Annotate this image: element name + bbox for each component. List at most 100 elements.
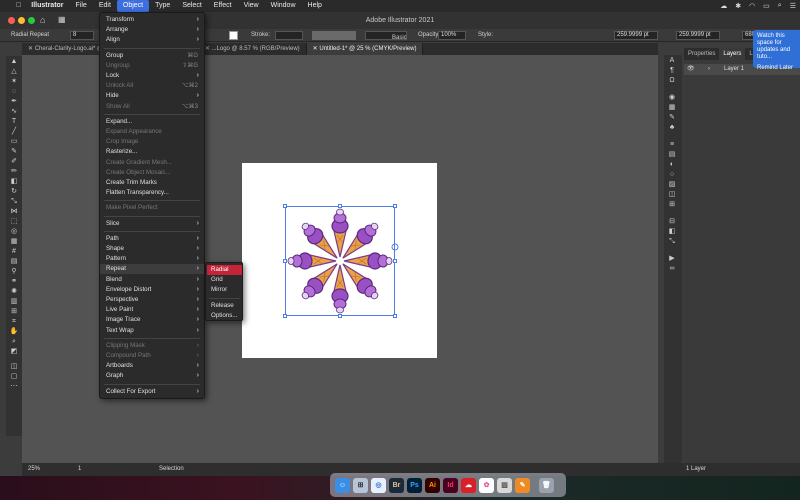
curvature-tool-icon[interactable]: ∿ <box>9 107 19 116</box>
resize-handle[interactable] <box>338 314 342 318</box>
zoom-level[interactable]: 25% <box>28 466 40 472</box>
graphic-styles-panel-icon[interactable]: ▨ <box>667 180 677 189</box>
menu-item-envelope-distort[interactable]: Envelope Distort › <box>100 285 204 295</box>
pathfinder-panel-icon[interactable]: ◧ <box>667 227 677 236</box>
remind-later-button[interactable]: Remind Later <box>757 65 796 72</box>
pen-tool-icon[interactable]: ✒ <box>9 97 19 106</box>
menu-item-slice[interactable]: Slice › <box>100 219 204 229</box>
line-tool-icon[interactable]: ╱ <box>9 127 19 136</box>
selection-bounding-box[interactable] <box>285 206 395 316</box>
perspective-grid-tool-icon[interactable]: ▦ <box>9 237 19 246</box>
menu-item-blend[interactable]: Blend › <box>100 275 204 285</box>
menu-item-create-trim-marks[interactable]: Create Trim Marks <box>100 178 204 188</box>
align-panel-icon[interactable]: ⊟ <box>667 217 677 226</box>
scale-tool-icon[interactable]: ⤡ <box>9 197 19 206</box>
resize-handle[interactable] <box>393 314 397 318</box>
submenu-item-release[interactable]: Release <box>207 301 242 311</box>
symbols-panel-icon[interactable]: ♣ <box>667 123 677 132</box>
eyedropper-tool-icon[interactable]: ⚲ <box>9 267 19 276</box>
color-panel-icon[interactable]: ◉ <box>667 93 677 102</box>
glyphs-panel-icon[interactable]: Ω <box>667 76 677 85</box>
menu-item-graph[interactable]: Graph › <box>100 371 204 381</box>
screen-mode-icon[interactable]: ▢ <box>9 372 19 381</box>
selection-tool-icon[interactable]: ▲ <box>9 57 19 66</box>
menu-item-expand[interactable]: Expand... <box>100 117 204 127</box>
menu-item-repeat[interactable]: Repeat › <box>100 264 204 275</box>
photoshop-icon[interactable]: Ps <box>407 477 422 493</box>
tab-layers[interactable]: Layers <box>719 48 746 60</box>
finder-icon[interactable]: ☺ <box>335 477 350 493</box>
menu-item-shape[interactable]: Shape › <box>100 244 204 254</box>
trash-icon[interactable]: 🗑 <box>539 477 554 493</box>
bridge-icon[interactable]: Br <box>389 477 404 493</box>
fill-stroke-swatch-icon[interactable]: ◩ <box>9 347 19 361</box>
menu-item-flatten-transparency[interactable]: Flatten Transparency... <box>100 188 204 198</box>
resize-handle[interactable] <box>393 259 397 263</box>
hand-tool-icon[interactable]: ✋ <box>9 327 19 336</box>
resize-handle[interactable] <box>283 204 287 208</box>
submenu-item-radial[interactable]: Radial <box>207 265 242 275</box>
rectangle-tool-icon[interactable]: ▭ <box>9 137 19 146</box>
menu-item-transform[interactable]: Transform › <box>100 15 204 25</box>
menu-item-artboards[interactable]: Artboards › <box>100 361 204 371</box>
eraser-tool-icon[interactable]: ◧ <box>9 177 19 186</box>
rotate-tool-icon[interactable]: ↻ <box>9 187 19 196</box>
menu-item-arrange[interactable]: Arrange › <box>100 25 204 35</box>
magic-wand-tool-icon[interactable]: ✶ <box>9 77 19 86</box>
artboard-number[interactable]: 1 <box>78 466 81 472</box>
actions-panel-icon[interactable]: ▶ <box>667 254 677 263</box>
tab-properties[interactable]: Properties <box>684 48 719 60</box>
brushes-panel-icon[interactable]: ✎ <box>667 113 677 122</box>
resize-handle[interactable] <box>283 259 287 263</box>
safari-icon[interactable]: ◎ <box>371 477 386 493</box>
shape-builder-tool-icon[interactable]: ◎ <box>9 227 19 236</box>
layers-panel-icon[interactable]: ◫ <box>667 190 677 199</box>
type-tool-icon[interactable]: T <box>9 117 19 126</box>
submenu-item-options[interactable]: Options... <box>207 311 242 321</box>
menu-item-perspective[interactable]: Perspective › <box>100 295 204 305</box>
artboards-panel-icon[interactable]: ⊞ <box>667 200 677 209</box>
libraries-panel-icon[interactable]: A <box>667 56 677 65</box>
pages-icon[interactable]: ✎ <box>515 477 530 493</box>
swatches-panel-icon[interactable]: ▦ <box>667 103 677 112</box>
free-transform-tool-icon[interactable]: ⬚ <box>9 217 19 226</box>
photos-icon[interactable]: ✿ <box>479 477 494 493</box>
menu-item-lock[interactable]: Lock › <box>100 71 204 81</box>
expand-chevron-icon[interactable]: › <box>708 64 710 75</box>
graph-tool-icon[interactable]: ▥ <box>9 297 19 306</box>
menu-item-live-paint[interactable]: Live Paint › <box>100 305 204 315</box>
visibility-eye-icon[interactable]: 👁 <box>687 64 695 75</box>
transparency-panel-icon[interactable]: ◐ <box>667 160 677 169</box>
submenu-item-mirror[interactable]: Mirror <box>207 285 242 295</box>
menu-item-align[interactable]: Align › <box>100 35 204 45</box>
drawing-modes-icon[interactable]: ◫ <box>9 362 19 371</box>
resize-handle[interactable] <box>338 204 342 208</box>
menu-item-collect-for-export[interactable]: Collect For Export › <box>100 387 204 397</box>
more-tools-icon[interactable]: ⋯ <box>9 382 19 391</box>
menu-item-text-wrap[interactable]: Text Wrap › <box>100 326 204 336</box>
artboard-tool-icon[interactable]: ⊞ <box>9 307 19 316</box>
menu-item-rasterize[interactable]: Rasterize... <box>100 147 204 157</box>
creative-cloud-icon[interactable]: ☁ <box>461 477 476 493</box>
paintbrush-tool-icon[interactable]: ✎ <box>9 147 19 156</box>
zoom-tool-icon[interactable]: ⌕ <box>9 337 19 346</box>
properties-panel-icon[interactable]: ¶ <box>667 66 677 75</box>
submenu-item-grid[interactable]: Grid <box>207 275 242 285</box>
gradient-tool-icon[interactable]: ▤ <box>9 257 19 266</box>
width-tool-icon[interactable]: ⋈ <box>9 207 19 216</box>
pencil-tool-icon[interactable]: ✏ <box>9 167 19 176</box>
appearance-panel-icon[interactable]: ○ <box>667 170 677 179</box>
menu-item-pattern[interactable]: Pattern › <box>100 254 204 264</box>
links-panel-icon[interactable]: ∞ <box>667 264 677 273</box>
current-tool[interactable]: Selection <box>159 466 184 472</box>
indesign-icon[interactable]: Id <box>443 477 458 493</box>
mesh-tool-icon[interactable]: # <box>9 247 19 256</box>
lasso-tool-icon[interactable]: ◌ <box>9 87 19 96</box>
gradient-panel-icon[interactable]: ▤ <box>667 150 677 159</box>
menu-item-hide[interactable]: Hide › <box>100 91 204 101</box>
preview-icon[interactable]: ▨ <box>497 477 512 493</box>
illustrator-icon[interactable]: Ai <box>425 477 440 493</box>
shaper-tool-icon[interactable]: ✐ <box>9 157 19 166</box>
launchpad-icon[interactable]: ⊞ <box>353 477 368 493</box>
stroke-panel-icon[interactable]: ≡ <box>667 140 677 149</box>
